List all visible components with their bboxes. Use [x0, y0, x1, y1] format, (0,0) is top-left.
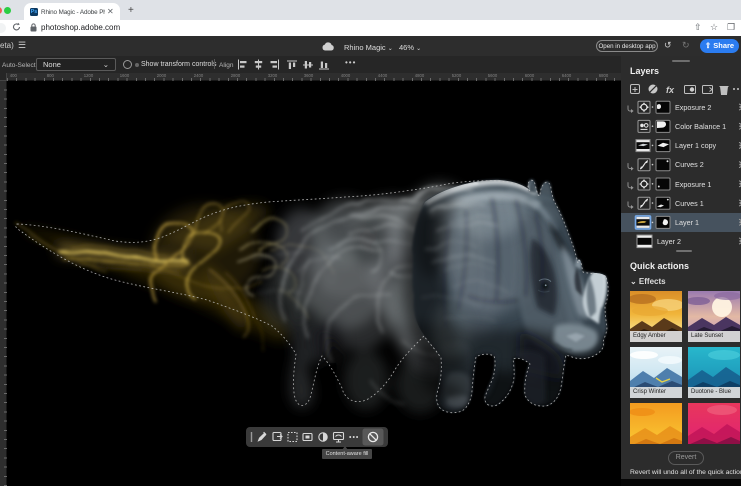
svg-text:fx: fx	[666, 85, 675, 95]
svg-text:•••: •••	[349, 435, 359, 442]
